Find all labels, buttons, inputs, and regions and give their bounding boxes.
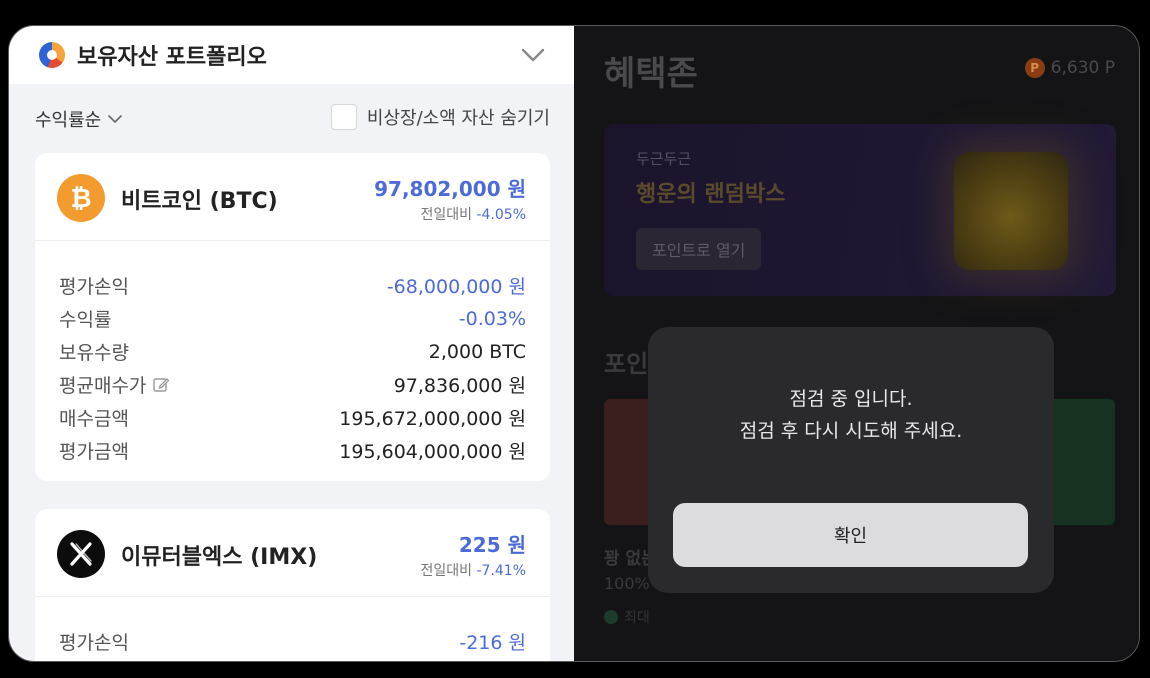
portfolio-pie-icon	[39, 42, 65, 68]
sort-label: 수익률순	[35, 110, 102, 131]
change-label: 전일대비	[420, 207, 473, 223]
coin-price: 225 원	[458, 533, 526, 557]
promo-subtitle: 두근두근	[636, 150, 692, 168]
dialog-line-1: 점검 중 입니다.	[789, 388, 913, 410]
coin-change: 전일대비 -7.41%	[420, 560, 526, 580]
detail-value: 195,672,000,000 원	[339, 408, 526, 430]
tile-reward: 최대	[604, 607, 650, 627]
bitcoin-icon: ₿	[57, 174, 105, 222]
portfolio-header[interactable]: 보유자산 포트폴리오	[9, 26, 574, 84]
detail-value: 97,836,000 원	[393, 375, 526, 397]
coin-name: 이뮤터블엑스 (IMX)	[121, 545, 318, 570]
asset-card-imx[interactable]: 이뮤터블엑스 (IMX) 225 원 전일대비 -7.41% 평가손익 -216…	[35, 509, 550, 661]
chevron-down-icon	[108, 115, 123, 124]
benefit-title: 혜택존	[604, 54, 698, 94]
imx-icon	[57, 530, 105, 578]
detail-value: 2,000 BTC	[428, 340, 526, 363]
portfolio-title: 보유자산 포트폴리오	[77, 45, 267, 70]
asset-card-btc[interactable]: ₿ 비트코인 (BTC) 97,802,000 원 전일대비 -4.05% 평가…	[35, 153, 550, 481]
hide-small-assets-toggle[interactable]: 비상장/소액 자산 숨기기	[330, 104, 550, 130]
points-balance[interactable]: P 6,630 P	[1024, 58, 1115, 78]
detail-value: -68,000,000 원	[386, 276, 526, 298]
detail-row: 보유수량 2,000 BTC	[59, 335, 526, 368]
random-box-banner[interactable]: 두근두근 행운의 랜덤박스 포인트로 열기	[604, 124, 1116, 296]
detail-row: 평가손익 -68,000,000 원	[59, 269, 526, 302]
sort-bar: 수익률순 비상장/소액 자산 숨기기	[9, 104, 574, 136]
detail-label: 평가손익	[59, 632, 129, 654]
portfolio-panel: 보유자산 포트폴리오 수익률순 비상장/소액 자산 숨기기 ₿ 비트코인 (BT…	[9, 26, 574, 661]
detail-label: 평균매수가	[59, 371, 170, 398]
coin-name: 비트코인 (BTC)	[121, 189, 278, 214]
asset-card-header[interactable]: 이뮤터블엑스 (IMX) 225 원 전일대비 -7.41%	[35, 509, 550, 597]
open-with-points-button[interactable]: 포인트로 열기	[636, 228, 762, 270]
confirm-button[interactable]: 확인	[673, 503, 1028, 567]
hide-small-assets-checkbox[interactable]	[330, 104, 357, 130]
detail-label: 매수금액	[59, 408, 129, 430]
dialog-message: 점검 중 입니다. 점검 후 다시 시도해 주세요.	[648, 383, 1054, 447]
detail-value: -0.03%	[458, 307, 526, 330]
detail-value: -216 원	[459, 632, 526, 654]
asset-details: 평가손익 -216 원	[35, 597, 550, 661]
change-label: 전일대비	[420, 563, 473, 579]
detail-label: 보유수량	[59, 342, 129, 364]
chevron-down-icon[interactable]	[518, 40, 548, 70]
tile-reward-label: 최대	[624, 610, 650, 626]
hide-small-assets-label: 비상장/소액 자산 숨기기	[366, 108, 550, 129]
promo-title: 행운의 랜덤박스	[636, 182, 786, 207]
points-value: 6,630 P	[1050, 58, 1115, 78]
dialog-line-2: 점검 후 다시 시도해 주세요.	[739, 420, 963, 442]
asset-details: 평가손익 -68,000,000 원 수익률 -0.03% 보유수량 2,000…	[35, 241, 550, 481]
detail-label: 평가금액	[59, 441, 129, 463]
change-percent: -4.05%	[476, 207, 526, 223]
asset-card-header[interactable]: ₿ 비트코인 (BTC) 97,802,000 원 전일대비 -4.05%	[35, 153, 550, 241]
change-percent: -7.41%	[476, 563, 526, 579]
maintenance-dialog: 점검 중 입니다. 점검 후 다시 시도해 주세요. 확인	[648, 327, 1054, 593]
gift-box-icon	[954, 152, 1068, 270]
coin-change: 전일대비 -4.05%	[420, 204, 526, 224]
edit-icon[interactable]	[152, 376, 170, 394]
detail-row: 수익률 -0.03%	[59, 302, 526, 335]
point-coin-icon: P	[1024, 58, 1045, 78]
detail-label: 수익률	[59, 309, 112, 331]
detail-value: 195,604,000,000 원	[339, 441, 526, 463]
detail-row: 평균매수가 97,836,000 원	[59, 368, 526, 401]
detail-label: 평가손익	[59, 276, 129, 298]
avg-price-label: 평균매수가	[59, 375, 147, 397]
tile-percent: 100%	[604, 574, 650, 593]
detail-row: 매수금액 195,672,000,000 원	[59, 401, 526, 434]
coin-price: 97,802,000 원	[374, 177, 526, 201]
point-coin-icon	[604, 610, 618, 624]
detail-row: 평가손익 -216 원	[59, 625, 526, 658]
detail-row: 평가금액 195,604,000,000 원	[59, 434, 526, 467]
sort-dropdown[interactable]: 수익률순	[35, 106, 123, 132]
